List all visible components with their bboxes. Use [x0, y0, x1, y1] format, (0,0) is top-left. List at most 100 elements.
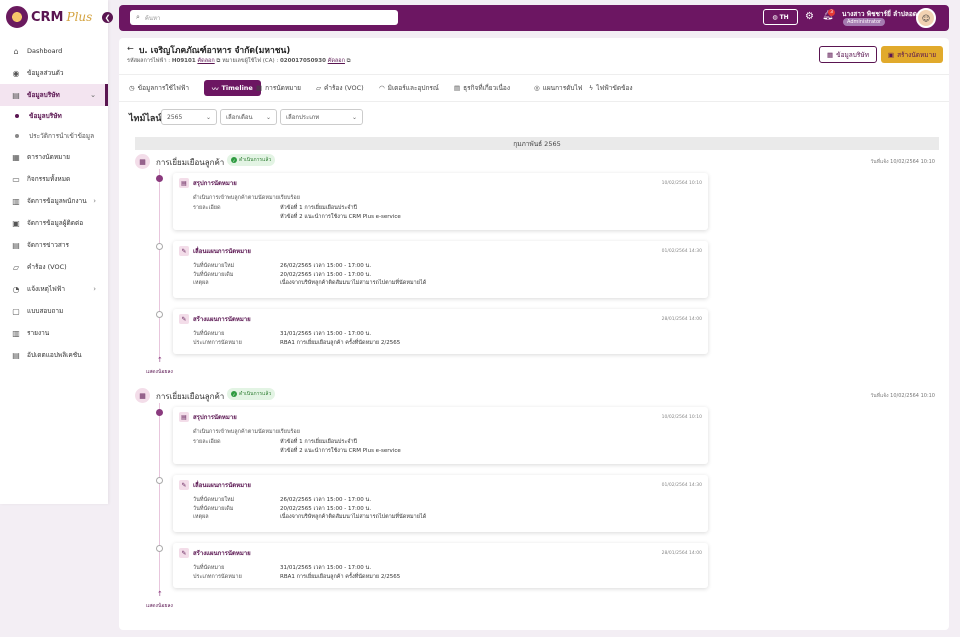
card-field-value: 31/01/2565 เวลา 15:00 - 17:00 น.	[280, 565, 372, 571]
back-arrow-icon[interactable]: ←	[127, 44, 134, 53]
card-field-label: ประเภทการนัดหมาย	[193, 573, 242, 580]
month-select-value: เลือกเดือน	[226, 114, 253, 121]
card-header: ▤ สรุปการนัดหมาย	[179, 178, 237, 188]
sidebar-item[interactable]: ▦ ตารางนัดหมาย	[0, 146, 108, 168]
sidebar-subitem[interactable]: ข้อมูลบริษัท	[0, 106, 108, 126]
sidebar-item-label: คำร้อง (VOC)	[27, 263, 67, 271]
sidebar-item[interactable]: ▣ จัดการข้อมูลผู้ติดต่อ	[0, 212, 108, 234]
sidebar-item[interactable]: ▤ อัปเดตแอปพลิเคชัน	[0, 344, 108, 366]
search-icon: ⌕	[136, 13, 140, 21]
card-date: 01/02/2564 14:30	[661, 249, 702, 254]
tab[interactable]: ▤ ธุรกิจที่เกี่ยวเนื่อง	[454, 80, 510, 96]
tab[interactable]: ϟ ไฟฟ้าขัดข้อง	[589, 80, 633, 96]
sidebar-item[interactable]: ▭ กิจกรรมทั้งหมด	[0, 168, 108, 190]
calendar-icon: ▦	[12, 152, 20, 162]
tab[interactable]: ◎ แผนการดับไฟ	[534, 80, 582, 96]
tab[interactable]: ▱ คำร้อง (VOC)	[316, 80, 364, 96]
sidebar-item[interactable]: ▱ คำร้อง (VOC)	[0, 256, 108, 278]
tab-label: คำร้อง (VOC)	[324, 84, 364, 92]
sidebar-item-label: แจ้งเหตุไฟฟ้า	[27, 285, 66, 293]
tab-bar: ◷ ข้อมูลการใช้ไฟฟ้า 〰 Timeline ▦ การนัดหมาย ▱ ค…	[119, 74, 949, 102]
card-header: ✎ เลื่อนแผนการนัดหมาย	[179, 480, 251, 490]
calendar-plus-icon: ▣	[887, 50, 895, 59]
sidebar-item-label: แบบสอบถาม	[27, 307, 64, 315]
sidebar-item[interactable]: ▥ จัดการข้อมูลพนักงาน ›	[0, 190, 108, 212]
update-icon: ▤	[12, 350, 20, 360]
card-field-value: 20/02/2565 เวลา 15:00 - 17:00 น.	[280, 271, 372, 278]
sidebar-item[interactable]: ⌂ Dashboard	[0, 40, 108, 62]
timeline-line	[159, 403, 160, 593]
voc-icon: ▱	[12, 262, 20, 272]
bulb-icon: ◎	[534, 84, 540, 92]
year-select[interactable]: 2565 ⌄	[161, 109, 217, 125]
arrow-up-icon[interactable]: ↑	[157, 356, 163, 364]
clock-icon: ◷	[129, 84, 135, 92]
card-date: 10/02/2564 10:10	[661, 415, 702, 420]
timeline-node	[156, 477, 163, 484]
avatar[interactable]: ☺	[916, 8, 936, 28]
calendar-icon: ▦	[135, 388, 150, 403]
logo-plus-text: Plus	[66, 10, 93, 24]
tab[interactable]: ◠ มิเตอร์และอุปกรณ์	[379, 80, 439, 96]
copy-icon[interactable]: ⧉	[215, 58, 222, 64]
language-button[interactable]: ◍ TH	[763, 9, 798, 25]
card-field-label: เหตุผล	[193, 514, 209, 520]
month-select[interactable]: เลือกเดือน ⌄	[220, 109, 277, 125]
contact-icon: ▣	[12, 218, 20, 228]
sidebar-item[interactable]: ◔ แจ้งเหตุไฟฟ้า ›	[0, 278, 108, 300]
card-title: สรุปการนัดหมาย	[193, 180, 237, 187]
sidebar-item[interactable]: ◉ ข้อมูลส่วนตัว	[0, 62, 108, 84]
language-label: TH	[779, 13, 789, 21]
bullet-icon	[15, 114, 19, 118]
sidebar-collapse-button[interactable]: ❮	[102, 12, 113, 23]
card-field-label: วันที่นัดหมายเดิม	[193, 271, 234, 278]
logo[interactable]: CRM Plus	[6, 6, 92, 28]
show-less-link[interactable]: แสดงน้อยลง	[146, 602, 173, 610]
tab[interactable]: 〰 Timeline	[204, 80, 261, 96]
type-select[interactable]: เลือกประเภท ⌄	[280, 109, 363, 125]
card-field-label: รายละเอียด	[193, 439, 221, 445]
card-field-value: 31/01/2565 เวลา 15:00 - 17:00 น.	[280, 331, 372, 337]
chevron-down-icon: ⌄	[90, 91, 96, 99]
card-field-label: ประเภทการนัดหมาย	[193, 339, 242, 346]
timeline-filter-label: ไทม์ไลน์	[129, 114, 162, 124]
sidebar-item-label: ข้อมูลบริษัท	[27, 91, 60, 99]
timeline-node	[156, 409, 163, 416]
show-less-link[interactable]: แสดงน้อยลง	[146, 368, 173, 376]
building-icon: ▦	[827, 50, 834, 59]
voc-icon: ▱	[316, 84, 321, 92]
logo-icon	[6, 6, 28, 28]
sidebar-item[interactable]: ▥ รายงาน	[0, 322, 108, 344]
sidebar-item-label: จัดการข้อมูลพนักงาน	[27, 197, 87, 205]
timeline-card: ✎ สร้างแผนการนัดหมาย 28/01/2564 14:00 วันที…	[173, 309, 708, 354]
person-icon: ◉	[12, 68, 20, 78]
copy-customer-id-link[interactable]: คัดลอก	[197, 58, 214, 64]
card-title: เลื่อนแผนการนัดหมาย	[193, 248, 251, 255]
card-field-value: RBA1 การเยี่ยมเยือนลูกค้า ครั้งที่นัดหมา…	[280, 339, 401, 346]
tab[interactable]: ▦ การนัดหมาย	[256, 80, 301, 96]
sidebar-item[interactable]: ▤ ข้อมูลบริษัท ⌄	[0, 84, 108, 106]
copy-ca-link[interactable]: คัดลอก	[328, 58, 345, 64]
search-input[interactable]: ⌕ ค้นหา	[130, 10, 398, 25]
gear-icon[interactable]: ⚙	[805, 11, 814, 22]
card-header: ✎ สร้างแผนการนัดหมาย	[179, 314, 251, 324]
card-date: 10/02/2564 10:10	[661, 181, 702, 186]
status-badge-label: ดำเนินการแล้ว	[239, 391, 272, 397]
sidebar-item[interactable]: ▢ แบบสอบถาม	[0, 300, 108, 322]
sidebar-subitem[interactable]: ประวัติการนำเข้าข้อมูล	[0, 126, 108, 146]
sidebar-item[interactable]: ▤ จัดการข่าวสาร	[0, 234, 108, 256]
chevron-down-icon: ⌄	[351, 113, 357, 121]
card-field-value: หัวข้อที่ 1 การเยี่ยมเยือนประจำปี	[280, 205, 358, 211]
company-info-button[interactable]: ▦ ข้อมูลบริษัท	[819, 46, 877, 63]
bullet-icon	[15, 134, 19, 138]
arrow-up-icon[interactable]: ↑	[157, 590, 163, 598]
card-field-value: 26/02/2565 เวลา 15:00 - 17:00 น.	[280, 263, 372, 269]
card-description: ดำเนินการเข้าพบลูกค้าตามนัดหมายเรียบร้อย	[193, 195, 300, 201]
card-field-label: เหตุผล	[193, 280, 209, 286]
copy-icon[interactable]: ⧉	[345, 58, 351, 64]
create-appointment-button[interactable]: ▣ สร้างนัดหมาย	[881, 46, 943, 63]
card-date: 01/02/2564 14:30	[661, 483, 702, 488]
tab[interactable]: ◷ ข้อมูลการใช้ไฟฟ้า	[129, 80, 189, 96]
card-field-value: หัวข้อที่ 2 แนะนำการใช้งาน CRM Plus e-se…	[280, 213, 401, 220]
card-field-label: วันที่นัดหมายเดิม	[193, 505, 234, 512]
